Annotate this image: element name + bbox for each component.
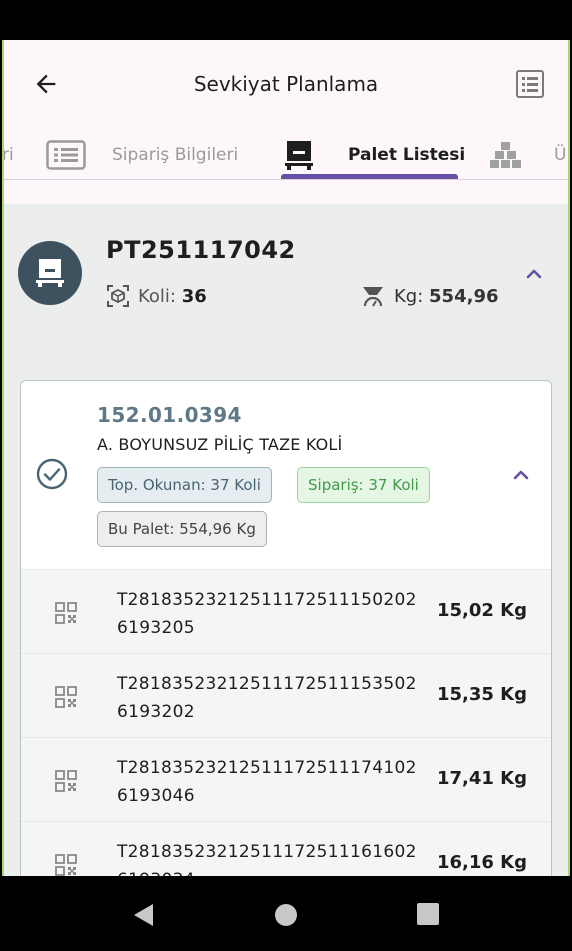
home-circle-icon[interactable] — [273, 902, 299, 928]
pallet-icon — [36, 259, 64, 287]
recents-square-icon[interactable] — [416, 902, 440, 926]
item-weight: 15,35 Kg — [436, 684, 527, 705]
kg-value: 554,96 — [429, 285, 499, 307]
item-weight: 16,16 Kg — [436, 852, 527, 873]
page-title: Sevkiyat Planlama — [193, 72, 379, 96]
tab-label: Palet Listesi — [348, 145, 466, 165]
total-read-badge: Top. Okunan: 37 Koli — [97, 467, 272, 503]
system-navigation-bar — [0, 876, 572, 951]
kg-label: Kg: — [394, 285, 424, 307]
tab-palet-listesi[interactable]: Palet Listesi — [284, 130, 465, 180]
status-bar — [0, 0, 572, 40]
item-barcode: T281835232125111725111502026193205 — [117, 590, 417, 638]
scale-icon — [363, 287, 383, 307]
koli-value: 36 — [181, 285, 207, 307]
check-circle-icon — [36, 458, 68, 490]
list-icon — [46, 140, 86, 170]
qr-code-icon — [55, 770, 77, 792]
back-triangle-icon[interactable] — [131, 902, 155, 928]
list-item[interactable]: T281835232125111725111616026193034 16,16… — [21, 821, 551, 876]
phone-frame: Sevkiyat Planlama ri Sipariş Bilgileri P… — [0, 0, 572, 951]
tab-label: Ü — [554, 145, 567, 165]
boxes-stack-icon — [490, 142, 521, 168]
pallet-koli-count: Koli: 36 — [106, 284, 207, 308]
pallet-weight-badge: Bu Palet: 554,96 Kg — [97, 511, 267, 547]
active-tab-indicator — [281, 174, 458, 179]
list-item[interactable]: T281835232125111725111535026193202 15,35… — [21, 653, 551, 737]
tab-label: ri — [2, 145, 14, 165]
qr-code-icon — [55, 854, 77, 876]
chevron-up-icon[interactable] — [509, 463, 533, 487]
list-menu-button[interactable] — [514, 68, 546, 100]
qr-code-icon — [55, 686, 77, 708]
list-document-icon — [516, 70, 544, 98]
pallet-weight: Kg: 554,96 — [360, 284, 499, 308]
list-item[interactable]: T281835232125111725111502026193205 15,02… — [21, 569, 551, 653]
item-weight: 15,02 Kg — [436, 600, 527, 621]
chevron-up-icon[interactable] — [522, 262, 546, 286]
product-card[interactable]: 152.01.0394 A. BOYUNSUZ PİLİÇ TAZE KOLİ … — [20, 380, 552, 876]
item-barcode: T281835232125111725111616026193034 — [117, 842, 417, 876]
tab-previous[interactable]: ri — [2, 130, 14, 180]
list-item[interactable]: T281835232125111725111741026193046 17,41… — [21, 737, 551, 821]
tab-spacer — [4, 180, 568, 204]
tab-next[interactable]: Ü — [490, 130, 566, 180]
tab-label: Sipariş Bilgileri — [112, 145, 239, 165]
product-code: 152.01.0394 — [97, 403, 242, 427]
item-list: T281835232125111725111502026193205 15,02… — [21, 569, 551, 876]
box-scan-icon — [107, 285, 129, 307]
qr-code-icon — [55, 602, 77, 624]
item-weight: 17,41 Kg — [436, 768, 527, 789]
product-name: A. BOYUNSUZ PİLİÇ TAZE KOLİ — [97, 435, 343, 454]
pallet-code: PT251117042 — [106, 236, 296, 264]
item-barcode: T281835232125111725111535026193202 — [117, 674, 417, 722]
pallet-section: PT251117042 Koli: 36 Kg: 554,96 152.01.0… — [4, 204, 568, 876]
order-count-badge: Sipariş: 37 Koli — [297, 467, 430, 503]
app-bar: Sevkiyat Planlama — [4, 40, 568, 130]
app-screen: Sevkiyat Planlama ri Sipariş Bilgileri P… — [2, 40, 570, 876]
koli-label: Koli: — [138, 285, 176, 307]
item-barcode: T281835232125111725111741026193046 — [117, 758, 417, 806]
tab-siparis-bilgileri[interactable]: Sipariş Bilgileri — [46, 130, 238, 180]
pallet-icon — [285, 141, 313, 170]
tab-bar: ri Sipariş Bilgileri Palet Listesi Ü — [4, 130, 568, 180]
pallet-avatar — [18, 241, 82, 305]
